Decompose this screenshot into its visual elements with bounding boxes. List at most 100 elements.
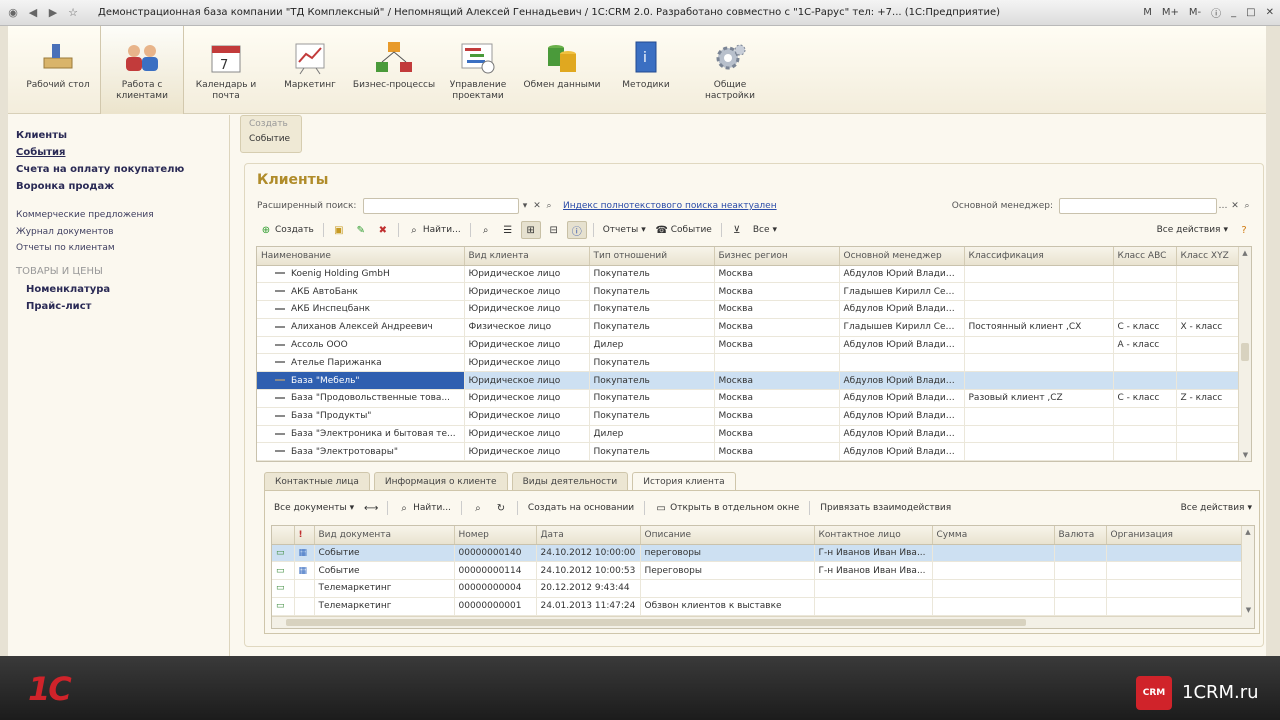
nav-document-journal[interactable]: Журнал документов <box>16 224 221 241</box>
table-cell[interactable]: Событие <box>314 561 455 581</box>
table-cell[interactable] <box>964 282 1114 302</box>
all-filter-select[interactable]: Все ▾ <box>750 221 780 239</box>
table-cell[interactable]: Покупатель <box>589 389 715 408</box>
table-cell[interactable] <box>814 579 933 598</box>
reports-button[interactable]: Отчеты ▾ <box>600 221 649 239</box>
section-projects[interactable]: Управление проектами <box>436 26 520 114</box>
table-cell[interactable]: Москва <box>714 336 840 355</box>
table-cell[interactable]: Юридическое лицо <box>464 300 590 319</box>
table-cell[interactable] <box>1176 265 1241 284</box>
tab-client-info[interactable]: Информация о клиенте <box>373 472 508 491</box>
table-row[interactable]: Ателье Парижанка Юридическое лицо Покупате… <box>257 353 1241 373</box>
table-cell[interactable]: Телемаркетинг <box>314 579 455 598</box>
history-find-button[interactable]: ⌕ Найти... <box>395 499 454 517</box>
table-cell[interactable]: 24.10.2012 10:00:00 <box>536 544 641 563</box>
table-row[interactable]: АКБ АвтоБанк Юридическое лицо Покупатель Мо… <box>257 282 1241 302</box>
table-cell[interactable]: Юридическое лицо <box>464 425 590 444</box>
table-cell[interactable] <box>964 425 1114 444</box>
table-cell[interactable]: Г-н Иванов Иван Ива... <box>814 544 933 563</box>
table-cell[interactable] <box>1113 300 1177 319</box>
column-header[interactable]: Тип отношений <box>589 247 715 266</box>
table-cell[interactable]: Юридическое лицо <box>464 282 590 302</box>
manager-input[interactable] <box>1059 198 1217 214</box>
table-cell[interactable] <box>1113 425 1177 444</box>
column-header[interactable]: Основной менеджер <box>839 247 965 266</box>
table-cell[interactable]: Z - класс <box>1176 389 1241 408</box>
table-cell[interactable]: X - класс <box>1176 318 1241 337</box>
nav-commercial-offers[interactable]: Коммерческие предложения <box>16 207 221 224</box>
table-cell[interactable]: 20.12.2012 9:43:44 <box>536 579 641 598</box>
table-cell[interactable] <box>1113 265 1177 284</box>
table-row[interactable]: База "Продукты" Юридическое лицо Покупател… <box>257 407 1241 426</box>
table-cell[interactable] <box>1176 425 1241 444</box>
history-all-actions-button[interactable]: Все действия ▾ <box>1178 499 1255 517</box>
table-cell[interactable] <box>1176 336 1241 355</box>
table-cell[interactable] <box>1106 544 1243 563</box>
table-cell[interactable]: Физическое лицо <box>464 318 590 337</box>
table-row[interactable]: Алиханов Алексей Андреевич Физическое лиц… <box>257 318 1241 337</box>
forward-icon[interactable]: ▶ <box>46 6 60 20</box>
table-cell[interactable]: переговоры <box>640 544 815 563</box>
table-cell[interactable]: 00000000001 <box>454 597 537 616</box>
search-input[interactable] <box>363 198 519 214</box>
scroll-down-icon[interactable]: ▼ <box>1242 604 1254 616</box>
table-cell[interactable] <box>1054 561 1107 581</box>
table-cell[interactable] <box>1113 442 1177 462</box>
table-cell[interactable]: Обзвон клиентов к выставке <box>640 597 815 616</box>
table-cell[interactable]: Юридическое лицо <box>464 336 590 355</box>
index-warning-link[interactable]: Индекс полнотекстового поиска неактуален <box>563 201 777 211</box>
memory-button[interactable]: M <box>1143 7 1152 18</box>
table-cell[interactable] <box>1176 371 1241 391</box>
tree-view-button[interactable]: ⊞ <box>520 221 541 239</box>
table-cell[interactable]: 00000000004 <box>454 579 537 598</box>
all-actions-button[interactable]: Все действия ▾ <box>1154 221 1231 239</box>
open-window-button[interactable]: ▭ Открыть в отдельном окне <box>652 499 802 517</box>
client-name-cell[interactable]: АКБ АвтоБанк <box>257 282 465 302</box>
table-cell[interactable]: Покупатель <box>589 353 715 373</box>
section-business-process[interactable]: Бизнес-процессы <box>352 26 436 114</box>
manager-clear-icon[interactable]: ✕ <box>1229 199 1241 213</box>
search-icon[interactable]: ⌕ <box>543 199 555 213</box>
table-cell[interactable] <box>1054 579 1107 598</box>
table-cell[interactable] <box>1054 597 1107 616</box>
column-header[interactable]: Вид документа <box>314 526 455 545</box>
link-interactions-button[interactable]: Привязать взаимодействия <box>817 499 954 517</box>
table-cell[interactable]: Москва <box>714 407 840 426</box>
table-cell[interactable]: 00000000114 <box>454 561 537 581</box>
table-cell[interactable] <box>1176 442 1241 462</box>
table-cell[interactable]: Абдулов Юрий Владим... <box>839 336 965 355</box>
table-cell[interactable]: Дилер <box>589 425 715 444</box>
table-row[interactable]: ▭ Телемаркетинг 00000000001 24.01.2013 11:4… <box>272 597 1243 616</box>
app-menu-icon[interactable]: ◉ <box>6 6 20 20</box>
tab-client-history[interactable]: История клиента <box>632 472 736 491</box>
table-cell[interactable]: Юридическое лицо <box>464 442 590 462</box>
table-cell[interactable]: Юридическое лицо <box>464 371 590 391</box>
table-cell[interactable] <box>1054 544 1107 563</box>
table-cell[interactable]: Абдулов Юрий Владим... <box>839 389 965 408</box>
table-cell[interactable] <box>814 597 933 616</box>
hierarchy-button[interactable]: ⊟ <box>545 221 563 239</box>
table-cell[interactable]: Покупатель <box>589 318 715 337</box>
back-icon[interactable]: ◀ <box>26 6 40 20</box>
table-row[interactable]: База "Электроника и бытовая те... Юридиче… <box>257 425 1241 444</box>
table-cell[interactable]: Москва <box>714 300 840 319</box>
table-cell[interactable] <box>1106 597 1243 616</box>
table-cell[interactable]: Дилер <box>589 336 715 355</box>
table-cell[interactable]: 24.10.2012 10:00:53 <box>536 561 641 581</box>
client-name-cell[interactable]: База "Электроника и бытовая те... <box>257 425 465 444</box>
memory-minus-button[interactable]: M- <box>1189 7 1201 18</box>
tab-activity-types[interactable]: Виды деятельности <box>511 472 629 491</box>
client-name-cell[interactable]: База "Мебель" <box>257 371 465 391</box>
column-header[interactable]: Сумма <box>932 526 1055 545</box>
table-cell[interactable] <box>714 353 840 373</box>
table-cell[interactable] <box>932 544 1055 563</box>
history-horizontal-scrollbar[interactable] <box>272 616 1242 628</box>
table-cell[interactable] <box>964 300 1114 319</box>
table-cell[interactable]: Юридическое лицо <box>464 265 590 284</box>
clients-vertical-scrollbar[interactable]: ▲ ▼ <box>1238 247 1251 461</box>
section-methods[interactable]: i Методики <box>604 26 688 114</box>
table-cell[interactable]: Абдулов Юрий Владим... <box>839 425 965 444</box>
table-cell[interactable] <box>932 597 1055 616</box>
section-clients[interactable]: Работа с клиентами <box>100 26 184 114</box>
table-row[interactable]: База "Электротовары" Юридическое лицо Поку… <box>257 442 1241 462</box>
